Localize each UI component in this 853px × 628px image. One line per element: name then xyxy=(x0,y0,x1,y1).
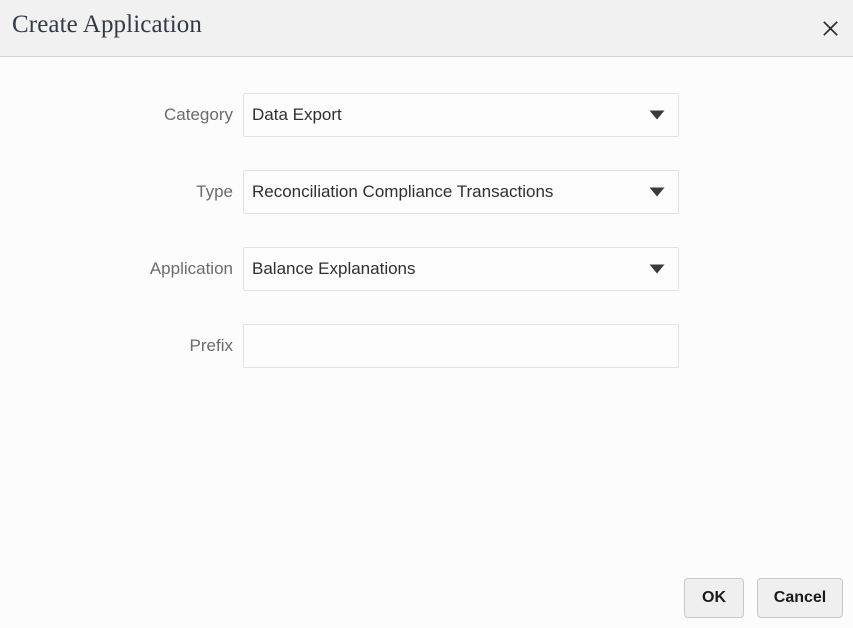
prefix-control xyxy=(243,324,679,368)
chevron-down-icon[interactable] xyxy=(636,171,678,213)
prefix-field-wrapper[interactable] xyxy=(243,324,679,368)
type-control: Reconciliation Compliance Transactions xyxy=(243,170,679,214)
dialog-body: Category Data Export Type xyxy=(0,57,853,628)
category-selected-value: Data Export xyxy=(244,94,636,136)
chevron-down-icon[interactable] xyxy=(636,94,678,136)
category-control: Data Export xyxy=(243,93,679,137)
application-label: Application xyxy=(0,247,243,291)
page-title: Create Application xyxy=(12,9,202,41)
category-label: Category xyxy=(0,93,243,137)
form-row-type: Type Reconciliation Compliance Transacti… xyxy=(0,170,853,247)
prefix-label: Prefix xyxy=(0,324,243,368)
cancel-button[interactable]: Cancel xyxy=(757,578,843,618)
form-row-application: Application Balance Explanations xyxy=(0,247,853,324)
dialog-footer: OK Cancel xyxy=(684,578,843,618)
type-selected-value: Reconciliation Compliance Transactions xyxy=(244,171,636,213)
form-row-prefix: Prefix xyxy=(0,324,853,401)
close-icon[interactable] xyxy=(814,12,846,44)
application-selected-value: Balance Explanations xyxy=(244,248,636,290)
application-control: Balance Explanations xyxy=(243,247,679,291)
application-select[interactable]: Balance Explanations xyxy=(243,247,679,291)
dialog-header: Create Application xyxy=(0,0,853,57)
type-select[interactable]: Reconciliation Compliance Transactions xyxy=(243,170,679,214)
ok-button[interactable]: OK xyxy=(684,578,744,618)
type-label: Type xyxy=(0,170,243,214)
create-application-dialog: Create Application Category Data Export xyxy=(0,0,853,628)
form-row-category: Category Data Export xyxy=(0,93,853,170)
prefix-input[interactable] xyxy=(244,325,678,367)
chevron-down-icon[interactable] xyxy=(636,248,678,290)
create-application-form: Category Data Export Type xyxy=(0,93,853,401)
category-select[interactable]: Data Export xyxy=(243,93,679,137)
